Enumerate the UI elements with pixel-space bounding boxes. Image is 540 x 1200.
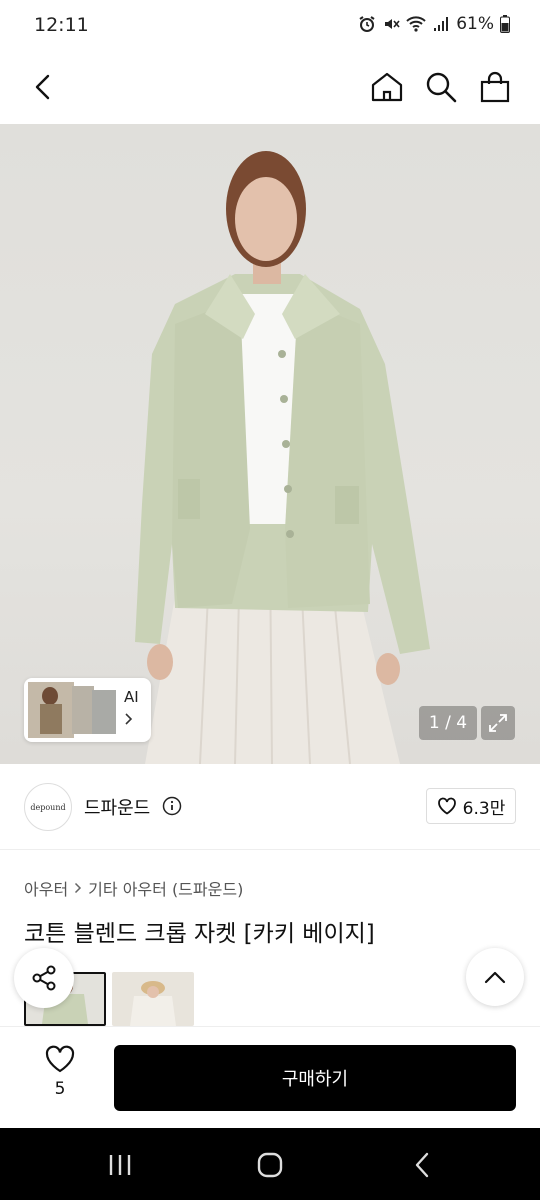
mute-icon xyxy=(385,19,400,29)
breadcrumb-subcategory[interactable]: 기타 아우터 (드파운드) xyxy=(88,876,243,900)
product-title: 코튼 블렌드 크롭 자켓 [카키 베이지] xyxy=(24,921,375,947)
share-icon xyxy=(32,965,56,991)
ai-label: AI xyxy=(124,688,139,706)
home-icon xyxy=(371,72,403,102)
product-image[interactable]: AI 1 / 4 xyxy=(0,124,540,764)
cart-button[interactable] xyxy=(474,66,516,108)
battery-percent: 61% xyxy=(456,14,494,34)
purchase-bar: 5 구매하기 xyxy=(0,1026,540,1128)
brand-logo-text: depound xyxy=(30,802,66,812)
chevron-right-icon xyxy=(75,882,82,894)
brand-row: depound 드파운드 6.3만 xyxy=(0,764,540,850)
app-bar xyxy=(0,52,540,122)
wishlist-count: 5 xyxy=(54,1079,66,1099)
back-button[interactable] xyxy=(22,66,64,108)
expand-button[interactable] xyxy=(481,706,515,740)
share-button[interactable] xyxy=(14,948,74,1008)
back-nav-button[interactable] xyxy=(402,1150,442,1180)
wishlist-button[interactable]: 5 xyxy=(30,1045,90,1115)
product-photo xyxy=(135,151,430,764)
status-time: 12:11 xyxy=(34,14,89,36)
system-nav-bar xyxy=(0,1128,540,1200)
info-icon[interactable] xyxy=(162,796,182,816)
buy-button[interactable]: 구매하기 xyxy=(114,1045,516,1111)
chevron-up-icon xyxy=(484,971,506,984)
back-chevron-icon xyxy=(415,1152,429,1178)
chevron-right-icon xyxy=(125,713,133,725)
scroll-top-button[interactable] xyxy=(466,948,524,1006)
breadcrumb: 아우터 기타 아우터 (드파운드) xyxy=(24,876,243,900)
thumbnail-image xyxy=(112,972,194,1026)
heart-icon xyxy=(437,797,456,815)
image-counter: 1 / 4 xyxy=(419,706,477,740)
recent-apps-button[interactable] xyxy=(100,1150,140,1180)
search-button[interactable] xyxy=(420,66,462,108)
signal-icon xyxy=(434,17,449,31)
battery-icon xyxy=(500,15,510,33)
alarm-icon xyxy=(359,16,375,32)
recent-apps-icon xyxy=(109,1155,131,1175)
status-bar: 12:11 61% xyxy=(0,0,540,52)
shopping-bag-icon xyxy=(480,71,510,103)
home-button[interactable] xyxy=(366,66,408,108)
brand-like-count: 6.3만 xyxy=(462,798,506,819)
heart-icon xyxy=(45,1045,75,1073)
brand-logo[interactable]: depound xyxy=(24,783,72,831)
home-circle-icon xyxy=(257,1152,283,1178)
back-arrow-icon xyxy=(35,74,50,100)
wifi-icon xyxy=(406,16,426,32)
ai-recommend-chip[interactable]: AI xyxy=(24,678,151,742)
breadcrumb-category[interactable]: 아우터 xyxy=(24,876,68,900)
search-icon xyxy=(426,72,457,103)
ai-thumbnail xyxy=(28,682,116,738)
expand-icon xyxy=(489,714,507,732)
status-icons: 61% xyxy=(358,14,510,34)
brand-name[interactable]: 드파운드 xyxy=(84,794,150,820)
brand-like-button[interactable]: 6.3만 xyxy=(426,788,516,824)
thumbnail-alt-color[interactable] xyxy=(112,972,194,1026)
home-nav-button[interactable] xyxy=(250,1150,290,1180)
